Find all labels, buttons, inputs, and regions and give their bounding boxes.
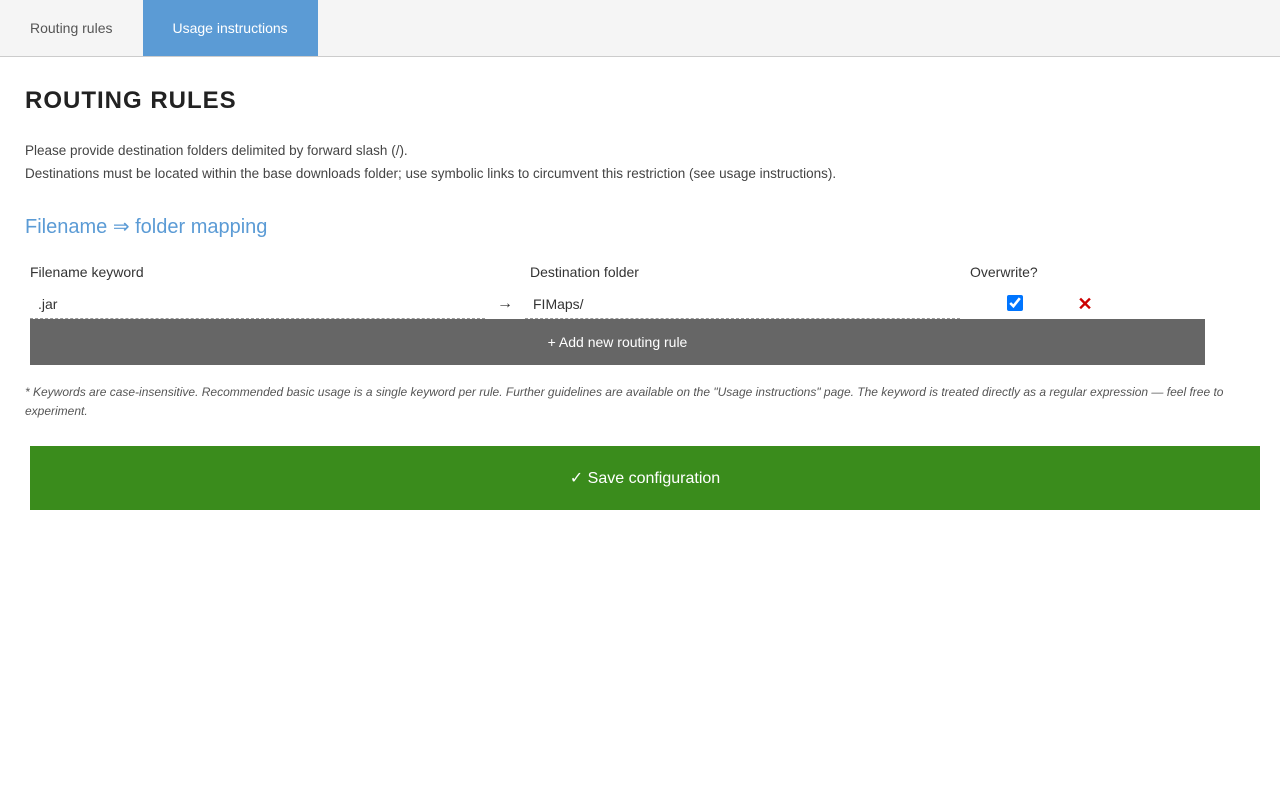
col-header-destination: Destination folder (530, 264, 970, 280)
delete-rule-button[interactable]: ✕ (1070, 294, 1100, 315)
overwrite-checkbox[interactable] (1007, 295, 1023, 311)
column-headers: Filename keyword Destination folder Over… (25, 264, 1255, 280)
arrow-icon: → (485, 295, 525, 313)
description-line2: Destinations must be located within the … (25, 166, 836, 181)
col-header-overwrite: Overwrite? (970, 264, 1090, 280)
section-heading: Filename ⇒ folder mapping (25, 214, 1255, 239)
tab-bar: Routing rules Usage instructions (0, 0, 1280, 57)
destination-input[interactable] (525, 290, 960, 319)
overwrite-cell (960, 295, 1070, 314)
tab-usage-instructions[interactable]: Usage instructions (143, 0, 318, 56)
table-row: → ✕ (25, 290, 1255, 319)
col-header-keyword: Filename keyword (30, 264, 490, 280)
main-content: ROUTING RULES Please provide destination… (0, 57, 1280, 540)
keyword-input[interactable] (30, 290, 485, 319)
mapping-section: Filename keyword Destination folder Over… (25, 264, 1255, 365)
description-line1: Please provide destination folders delim… (25, 143, 408, 158)
description: Please provide destination folders delim… (25, 140, 1255, 186)
save-button[interactable]: ✓ Save configuration (30, 446, 1260, 510)
page-title: ROUTING RULES (25, 87, 1255, 115)
add-rule-button[interactable]: + Add new routing rule (30, 319, 1205, 365)
tab-routing-rules[interactable]: Routing rules (0, 0, 143, 56)
footer-note: * Keywords are case-insensitive. Recomme… (25, 383, 1255, 421)
